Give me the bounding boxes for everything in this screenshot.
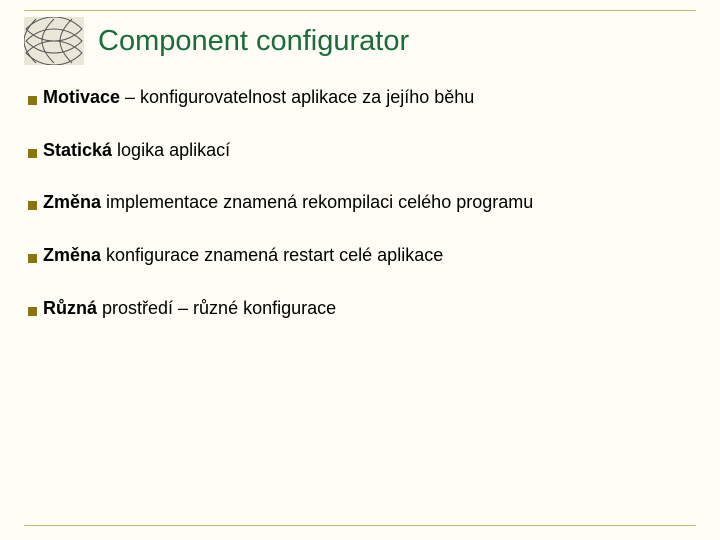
bullet-item: Motivace – konfigurovatelnost aplikace z… bbox=[28, 87, 692, 108]
content: Motivace – konfigurovatelnost aplikace z… bbox=[24, 69, 696, 318]
logo-icon bbox=[24, 17, 84, 65]
bullet-rest: logika aplikací bbox=[112, 140, 230, 160]
bullet-rest: – konfigurovatelnost aplikace za jejího … bbox=[120, 87, 474, 107]
bullet-text: Změna konfigurace znamená restart celé a… bbox=[43, 245, 443, 266]
slide: Component configurator Motivace – konfig… bbox=[0, 0, 720, 540]
bullet-text: Různá prostředí – různé konfigurace bbox=[43, 298, 336, 319]
bullet-text: Statická logika aplikací bbox=[43, 140, 230, 161]
bullet-rest: konfigurace znamená restart celé aplikac… bbox=[101, 245, 443, 265]
slide-title: Component configurator bbox=[98, 25, 409, 58]
bullet-icon bbox=[28, 96, 37, 105]
bullet-item: Změna konfigurace znamená restart celé a… bbox=[28, 245, 692, 266]
bullet-bold: Statická bbox=[43, 140, 112, 160]
bullet-icon bbox=[28, 254, 37, 263]
bullet-text: Změna implementace znamená rekompilaci c… bbox=[43, 192, 533, 213]
bullet-bold: Různá bbox=[43, 298, 97, 318]
header-row: Component configurator bbox=[24, 11, 696, 69]
bullet-bold: Změna bbox=[43, 192, 101, 212]
bullet-bold: Změna bbox=[43, 245, 101, 265]
bullet-item: Změna implementace znamená rekompilaci c… bbox=[28, 192, 692, 213]
bullet-icon bbox=[28, 307, 37, 316]
bullet-rest: implementace znamená rekompilaci celého … bbox=[101, 192, 533, 212]
bullet-item: Různá prostředí – různé konfigurace bbox=[28, 298, 692, 319]
bottom-rule bbox=[24, 525, 696, 526]
bullet-rest: prostředí – různé konfigurace bbox=[97, 298, 336, 318]
bullet-icon bbox=[28, 201, 37, 210]
bullet-icon bbox=[28, 149, 37, 158]
bullet-item: Statická logika aplikací bbox=[28, 140, 692, 161]
bullet-text: Motivace – konfigurovatelnost aplikace z… bbox=[43, 87, 474, 108]
bullet-bold: Motivace bbox=[43, 87, 120, 107]
